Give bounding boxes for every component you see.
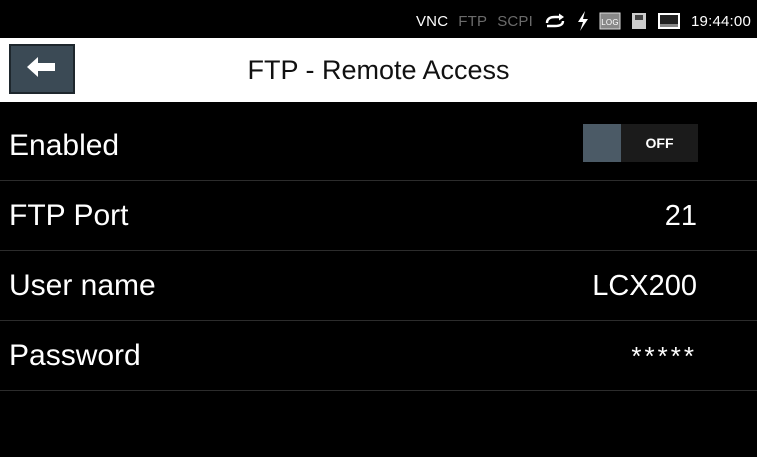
- password-value: *****: [631, 340, 697, 371]
- user-name-label: User name: [9, 269, 156, 302]
- page-title: FTP - Remote Access: [247, 54, 510, 85]
- setting-row-password[interactable]: Password *****: [0, 321, 757, 391]
- log-icon-label: LOG: [601, 18, 619, 27]
- enabled-label: Enabled: [9, 129, 120, 162]
- ftp-port-label: FTP Port: [9, 199, 129, 232]
- arrow-left-icon: [27, 56, 57, 83]
- back-button[interactable]: [9, 44, 75, 94]
- password-label: Password: [9, 339, 141, 372]
- lightning-icon: [577, 11, 589, 31]
- user-name-value: LCX200: [592, 269, 697, 302]
- app-window: VNC FTP SCPI LOG 19:44:00 FTP - Remote A…: [0, 0, 757, 457]
- toggle-state-text: OFF: [645, 135, 674, 151]
- status-bar: VNC FTP SCPI LOG 19:44:00: [0, 0, 757, 38]
- header-bar: FTP - Remote Access: [0, 38, 757, 102]
- usb-storage-icon: [631, 12, 647, 30]
- display-icon: [657, 12, 681, 30]
- clock: 19:44:00: [691, 12, 751, 30]
- enabled-toggle[interactable]: OFF: [583, 124, 698, 162]
- setting-row-user-name[interactable]: User name LCX200: [0, 251, 757, 321]
- log-icon: LOG: [599, 12, 621, 30]
- toggle-knob: [583, 124, 621, 162]
- ftp-status: FTP: [458, 12, 488, 30]
- sync-icon: [543, 12, 567, 30]
- status-items: VNC FTP SCPI LOG 19:44:00: [416, 10, 751, 32]
- setting-row-enabled[interactable]: Enabled OFF: [0, 111, 757, 181]
- ftp-port-value: 21: [664, 199, 697, 232]
- scpi-status: SCPI: [497, 12, 533, 30]
- setting-row-ftp-port[interactable]: FTP Port 21: [0, 181, 757, 251]
- vnc-status: VNC: [415, 12, 449, 30]
